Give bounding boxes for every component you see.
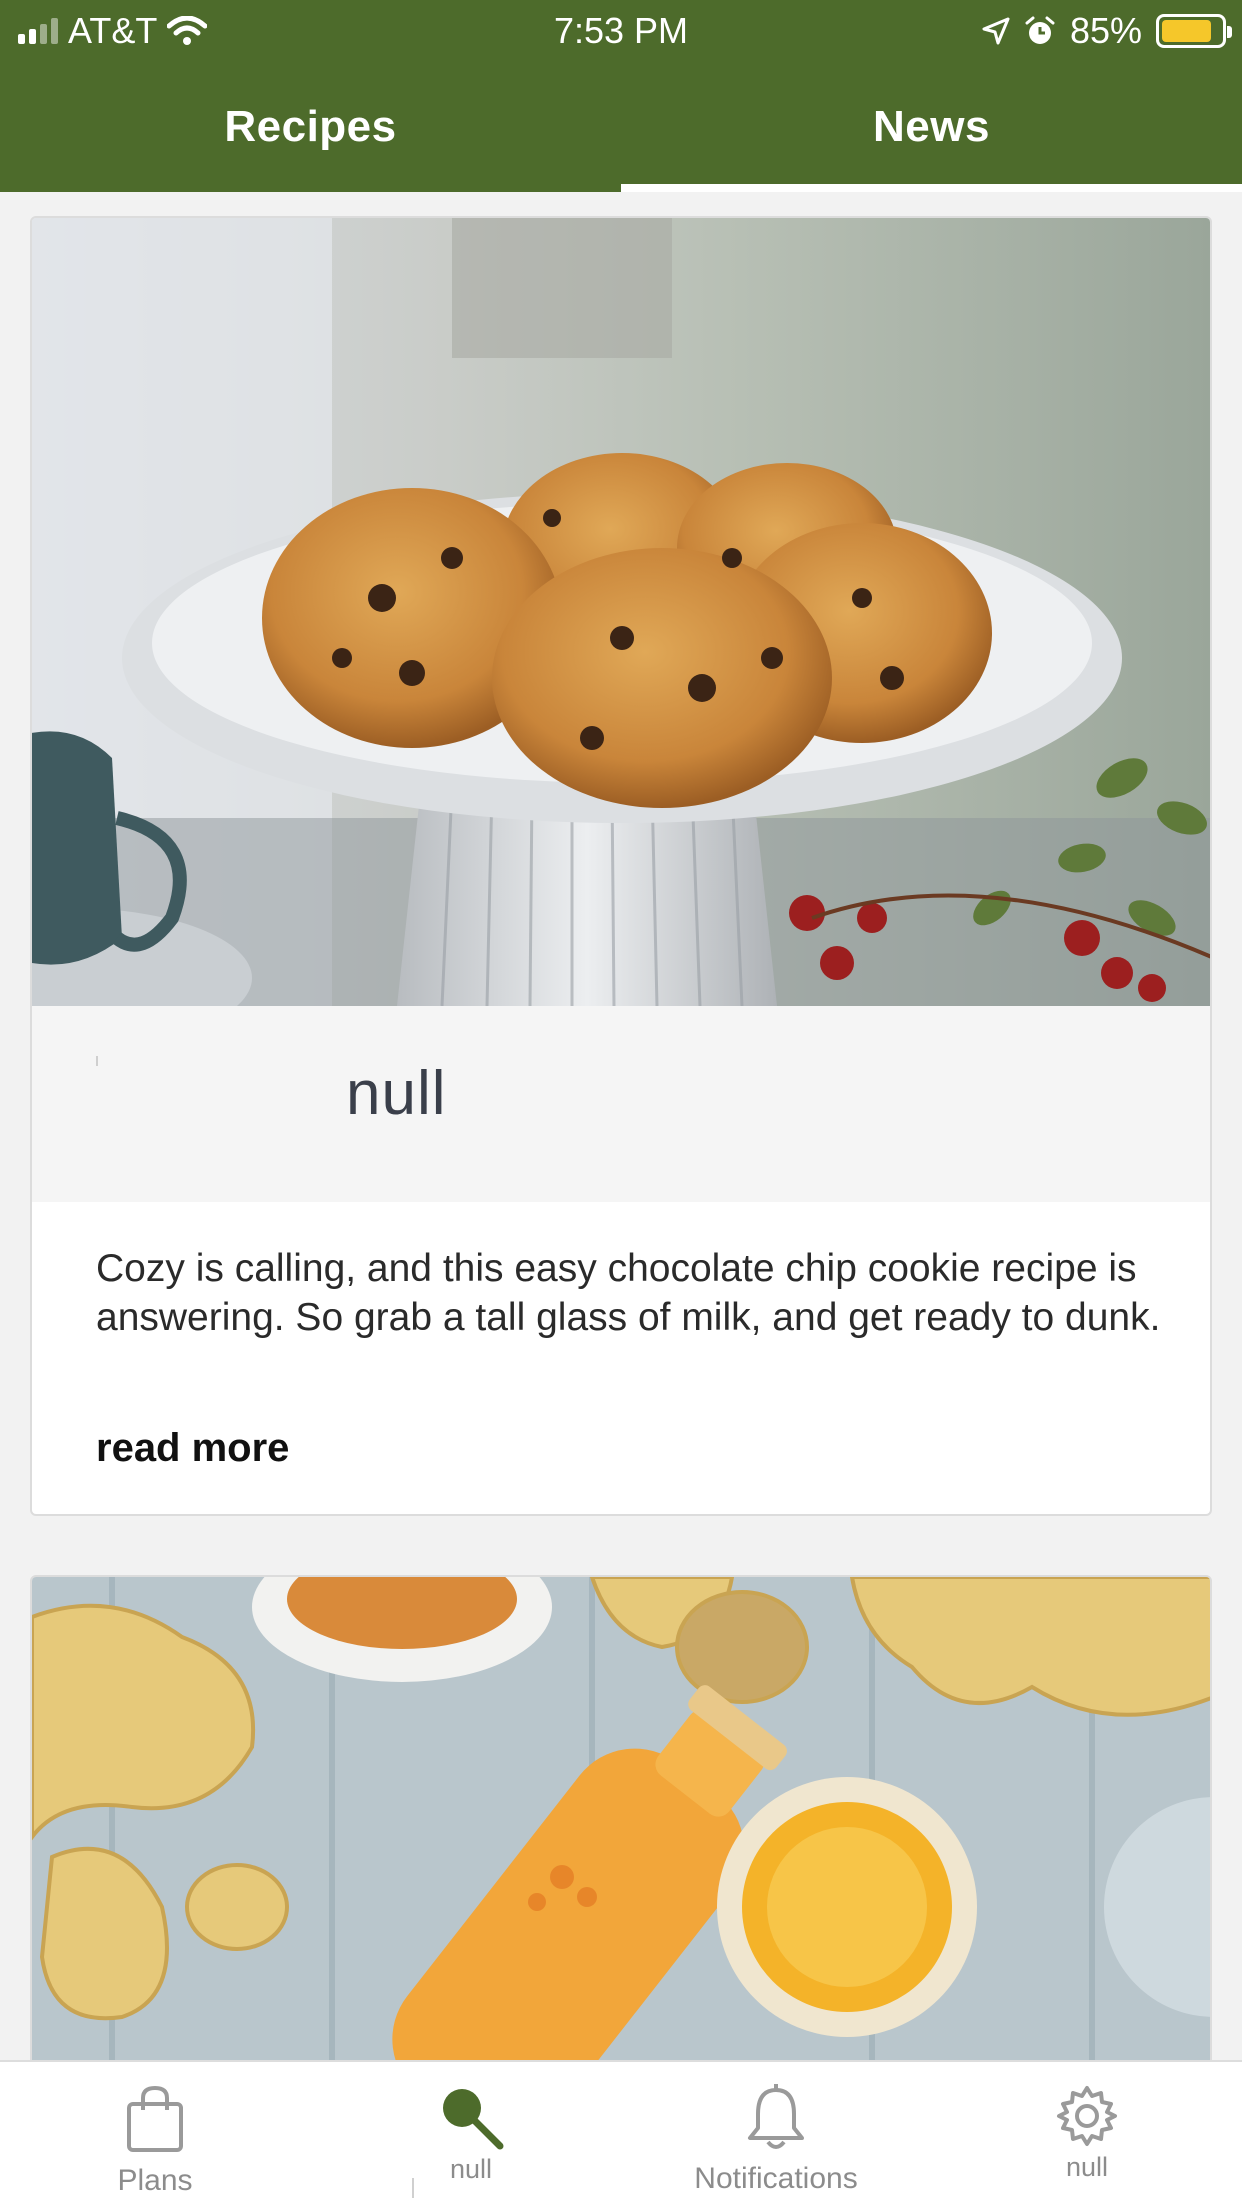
location-arrow-icon xyxy=(982,17,1010,45)
tab-recipes-label: Recipes xyxy=(224,102,397,151)
battery-percent: 85% xyxy=(1069,10,1142,51)
nav-settings[interactable]: null xyxy=(932,2062,1242,2208)
nav-search-label: null xyxy=(449,2154,493,2184)
article-card[interactable]: null Cozy is calling, and this easy choc… xyxy=(30,216,1212,1516)
title-marker xyxy=(96,1056,98,1066)
status-bar: AT&T 7:53 PM 85% xyxy=(0,0,1242,62)
nav-settings-label: null xyxy=(1065,2152,1109,2182)
battery-icon xyxy=(1156,14,1232,48)
bottom-navigation: Plans null Notifications null xyxy=(0,2060,1242,2208)
article-title: null xyxy=(346,1059,447,1128)
article-title-band: null xyxy=(32,1006,1210,1202)
gear-icon xyxy=(1057,2086,1117,2146)
nav-plans-label: Plans xyxy=(117,2164,193,2197)
article-description: Cozy is calling, and this easy chocolate… xyxy=(96,1247,1161,1339)
tab-news-label: News xyxy=(873,102,990,151)
tab-recipes[interactable]: Recipes xyxy=(0,62,621,192)
top-bar: AT&T 7:53 PM 85% Recipes News xyxy=(0,0,1242,192)
alarm-icon xyxy=(1025,16,1055,44)
nav-notifications[interactable]: Notifications xyxy=(621,2062,931,2208)
selected-tab-indicator xyxy=(621,184,1242,192)
nav-search[interactable]: null xyxy=(316,2062,626,2208)
read-more-link[interactable]: read more xyxy=(96,1426,289,1471)
top-tabs: Recipes News xyxy=(0,62,1242,192)
search-icon xyxy=(443,2089,504,2150)
nav-plans[interactable]: Plans xyxy=(0,2062,310,2208)
tab-news[interactable]: News xyxy=(621,62,1242,192)
shopping-bag-icon xyxy=(127,2085,183,2152)
nav-notifications-label: Notifications xyxy=(694,2162,858,2195)
cookies-image xyxy=(32,218,1210,1006)
bell-icon xyxy=(748,2084,804,2149)
article-image[interactable] xyxy=(32,218,1210,1006)
